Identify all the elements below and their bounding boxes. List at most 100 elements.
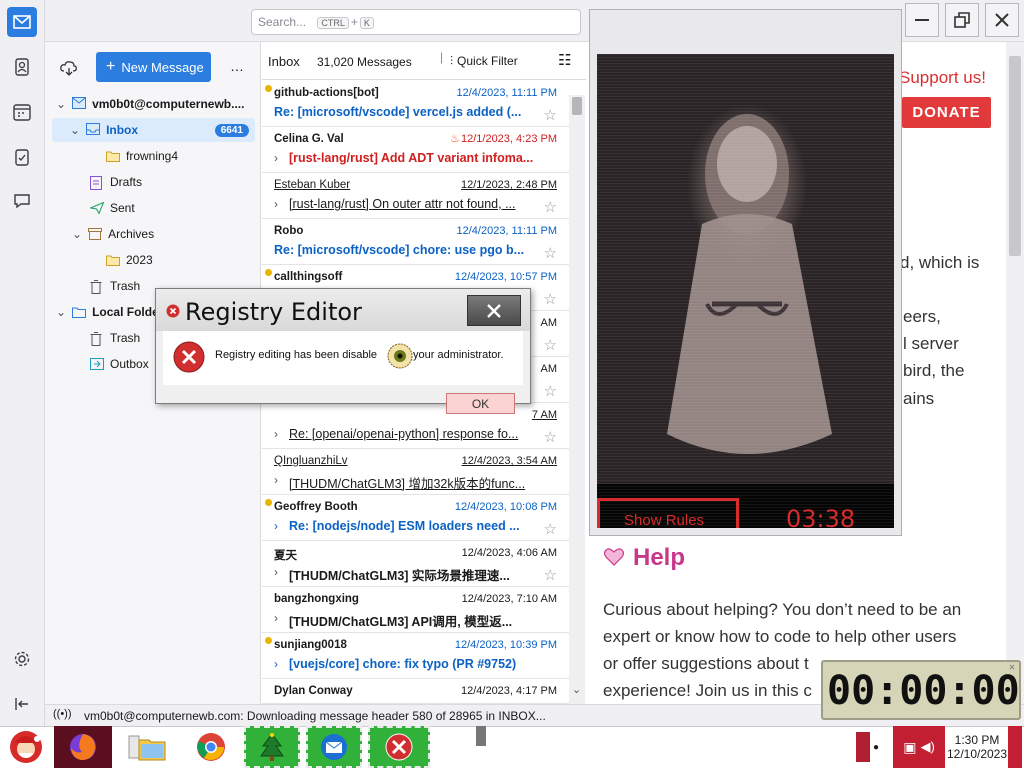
message-row[interactable]: github-actions[bot] 12/4/2023, 11:11 PM … xyxy=(262,81,569,127)
firefox-taskbar-button[interactable] xyxy=(54,726,112,768)
search-input[interactable]: Search... CTRL + K xyxy=(251,9,581,35)
web-scrollbar-thumb[interactable] xyxy=(1009,56,1021,256)
folder-local-trash[interactable]: Trash xyxy=(90,326,140,350)
start-button[interactable] xyxy=(4,726,48,768)
message-row[interactable]: Celina G. Val ♨ 12/1/2023, 4:23 PM › [ru… xyxy=(262,127,569,173)
christmas-tree-taskbar-button[interactable] xyxy=(244,726,300,768)
list-options-icon[interactable]: ☷ xyxy=(558,51,571,69)
widget-close-icon[interactable]: ✕ xyxy=(1009,662,1015,673)
folder-icon xyxy=(106,150,120,162)
chevron-right-icon: › xyxy=(274,565,278,579)
tasks-icon[interactable] xyxy=(7,142,37,172)
ok-button[interactable]: OK xyxy=(446,393,515,414)
message-date: 12/4/2023, 10:57 PM xyxy=(454,271,557,283)
body-fragment: l server xyxy=(903,334,959,353)
scrollbar-thumb[interactable] xyxy=(572,97,582,115)
tray-red-indicator xyxy=(856,732,870,762)
message-row[interactable]: Dylan Conway 12/4/2023, 4:17 PM xyxy=(262,679,569,704)
chevron-right-icon: › xyxy=(274,151,278,165)
star-icon[interactable]: ☆ xyxy=(544,290,557,308)
minimize-button[interactable] xyxy=(905,3,939,37)
web-scrollbar[interactable] xyxy=(1006,42,1024,704)
folder-archives[interactable]: ⌄ Archives xyxy=(72,222,154,246)
message-subject: Re: [nodejs/node] ESM loaders need ... xyxy=(289,519,520,533)
folder-pane-menu-button[interactable]: … xyxy=(230,58,244,74)
message-row[interactable]: QIngluanzhiLv 12/4/2023, 3:54 AM › [THUD… xyxy=(262,449,569,495)
folder-label: Inbox xyxy=(106,123,139,137)
message-row[interactable]: sunjiang0018 12/4/2023, 10:39 PM › [vuej… xyxy=(262,633,569,679)
message-from: Robo xyxy=(274,225,304,237)
chevron-right-icon: › xyxy=(274,473,278,487)
folder-2023[interactable]: 2023 xyxy=(106,248,153,272)
message-row[interactable]: Robo 12/4/2023, 11:11 PM Re: [microsoft/… xyxy=(262,219,569,265)
star-icon[interactable]: ☆ xyxy=(544,428,557,446)
star-icon[interactable]: ☆ xyxy=(544,198,557,216)
local-folders-row[interactable]: ⌄ Local Folders xyxy=(56,300,170,324)
folder-inbox[interactable]: ⌄ Inbox 6641 xyxy=(52,118,255,142)
spaces-toolbar xyxy=(0,0,45,726)
show-desktop-button[interactable] xyxy=(1008,726,1022,768)
folder-sent[interactable]: Sent xyxy=(88,196,135,220)
account-row[interactable]: ⌄ vm0b0t@computernewb.... xyxy=(56,92,256,116)
video-frame-image xyxy=(597,54,894,528)
show-rules-button[interactable]: Show Rules xyxy=(597,498,739,529)
star-icon[interactable]: ☆ xyxy=(544,520,557,538)
folder-trash[interactable]: Trash xyxy=(90,274,140,298)
star-icon[interactable]: ☆ xyxy=(544,566,557,584)
calendar-icon[interactable] xyxy=(7,97,37,127)
message-subject: Re: [openai/openai-python] response fo..… xyxy=(289,427,519,441)
heart-hand-icon xyxy=(603,547,625,570)
thunderbird-taskbar-button[interactable] xyxy=(306,726,362,768)
message-row[interactable]: bangzhongxing 12/4/2023, 7:10 AM › [THUD… xyxy=(262,587,569,633)
system-tray-icons[interactable]: ▣ ◀) xyxy=(893,726,945,768)
message-row[interactable]: 7 AM › Re: [openai/openai-python] respon… xyxy=(262,403,569,449)
star-icon[interactable]: ☆ xyxy=(544,244,557,262)
activity-icon: ((•)) xyxy=(53,708,72,720)
file-explorer-taskbar-button[interactable] xyxy=(112,726,182,768)
taskbar-clock[interactable]: 1:30 PM 12/10/2023 xyxy=(946,726,1008,768)
message-row[interactable]: Esteban Kuber 12/1/2023, 2:48 PM › [rust… xyxy=(262,173,569,219)
unread-dot-icon xyxy=(265,85,272,92)
sent-icon xyxy=(88,201,105,215)
message-row[interactable]: Geoffrey Booth 12/4/2023, 10:08 PM › Re:… xyxy=(262,495,569,541)
get-messages-icon[interactable] xyxy=(60,60,78,79)
unread-dot-icon xyxy=(265,269,272,276)
folder-frowning4[interactable]: frowning4 xyxy=(106,144,178,168)
chrome-taskbar-button[interactable] xyxy=(186,726,236,768)
folder-outbox[interactable]: Outbox xyxy=(90,352,149,376)
quick-filter-button[interactable]: ⫶ Quick Filter xyxy=(450,54,518,69)
folder-label: frowning4 xyxy=(126,149,179,163)
clock-time: 1:30 PM xyxy=(954,733,1000,747)
message-subject: [rust-lang/rust] Add ADT variant infoma.… xyxy=(289,151,534,165)
message-row[interactable]: 夏天 12/4/2023, 4:06 AM › [THUDM/ChatGLM3]… xyxy=(262,541,569,587)
restore-button[interactable] xyxy=(945,3,979,37)
mail-icon[interactable] xyxy=(7,7,37,37)
address-book-icon[interactable] xyxy=(7,52,37,82)
folder-drafts[interactable]: Drafts xyxy=(90,170,142,194)
error-app-taskbar-button[interactable] xyxy=(368,726,430,768)
chat-icon[interactable] xyxy=(7,186,37,216)
stopwatch-widget[interactable]: 00:00:00 ✕ xyxy=(821,660,1021,720)
cursor-eye-icon xyxy=(387,343,413,372)
message-list-scrollbar[interactable]: ⌄ xyxy=(569,95,585,704)
tray-dot-icon: ● xyxy=(872,741,880,753)
close-window-button[interactable] xyxy=(985,3,1019,37)
message-date: 12/4/2023, 10:39 PM xyxy=(454,639,557,651)
collapse-toolbar-icon[interactable] xyxy=(7,689,37,719)
star-icon[interactable]: ☆ xyxy=(544,106,557,124)
star-icon[interactable]: ☆ xyxy=(544,382,557,400)
dialog-close-button[interactable] xyxy=(467,295,521,326)
donate-button[interactable]: DONATE xyxy=(902,97,991,128)
body-fragment: d, which is xyxy=(900,253,980,272)
new-message-button[interactable]: + New Message xyxy=(96,52,211,82)
scroll-down-icon[interactable]: ⌄ xyxy=(572,683,581,696)
archive-icon xyxy=(88,228,103,240)
account-mail-icon xyxy=(72,96,87,112)
chevron-down-icon: ⌄ xyxy=(56,305,67,319)
settings-gear-icon[interactable] xyxy=(7,644,37,674)
message-from: QIngluanzhiLv xyxy=(274,455,348,467)
video-countdown-timer: 03:38 xyxy=(786,505,856,533)
filter-icon: ⫶ xyxy=(450,54,454,68)
message-date: 12/4/2023, 3:54 AM xyxy=(461,455,557,467)
star-icon[interactable]: ☆ xyxy=(544,336,557,354)
